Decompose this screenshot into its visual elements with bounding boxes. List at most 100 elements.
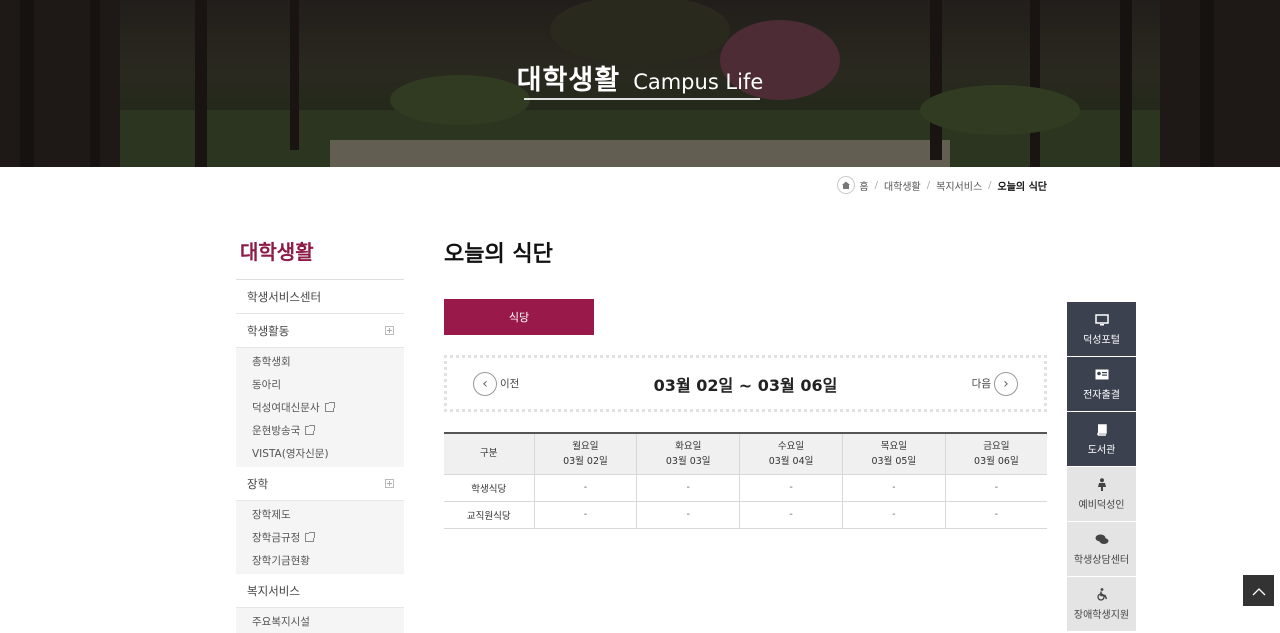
expand-plus-icon[interactable]	[385, 479, 394, 488]
table-row: 학생식당 - - - - -	[444, 474, 1047, 502]
book-icon	[1096, 423, 1108, 437]
table-cell: -	[739, 474, 843, 502]
external-link-icon	[324, 402, 335, 412]
side-nav-item-label: 복지서비스	[247, 583, 300, 598]
home-icon[interactable]	[837, 176, 856, 194]
table-cell: -	[841, 501, 946, 529]
monitor-icon	[1094, 313, 1109, 327]
quick-link-counseling-center[interactable]: 학생상담센터	[1067, 522, 1136, 577]
campus-life-banner: 대학생활 Campus Life	[0, 0, 1280, 167]
tab-cafeteria[interactable]: 식당	[444, 299, 594, 335]
column-header-day: 금요일 03월 06일	[944, 432, 1047, 475]
side-nav-subitem[interactable]: 총학생회	[236, 350, 404, 373]
day-date: 03월 03일	[665, 455, 711, 467]
chat-bubbles-icon	[1095, 533, 1109, 547]
side-nav-subitem-label: 운현방송국	[252, 425, 301, 437]
next-week-label: 다음	[971, 378, 991, 390]
breadcrumb-home[interactable]: 홈	[859, 178, 868, 193]
quick-link-disability-support[interactable]: 장애학생지원	[1067, 577, 1136, 632]
day-name: 월요일	[572, 440, 599, 452]
quick-link-label: 장애학생지원	[1073, 609, 1130, 621]
breadcrumb-item[interactable]: 대학생활	[884, 178, 921, 193]
side-nav-subitem-label: 장학금규정	[252, 532, 301, 544]
row-header: 교직원식당	[444, 501, 534, 529]
meal-table: 구분 월요일 03월 02일 화요일 03월 03일 수요일 03월 04일 목요일 0…	[444, 432, 1047, 529]
side-nav-subitem[interactable]: VISTA(영자신문)	[236, 442, 404, 465]
banner-underline	[524, 98, 760, 100]
day-date: 03월 04일	[768, 455, 814, 467]
breadcrumb-separator: /	[874, 179, 878, 191]
side-nav-subitem[interactable]: 장학금규정	[236, 526, 404, 549]
side-nav-submenu: 총학생회 동아리 덕성여대신문사 운현방송국 VISTA(영자신문)	[236, 348, 404, 467]
quick-link-portal[interactable]: 덕성포털	[1067, 302, 1136, 357]
column-header-day: 월요일 03월 02일	[533, 432, 637, 475]
side-nav-subitem-label: 주요복지시설	[252, 616, 310, 628]
quick-link-attendance[interactable]: 전자출결	[1067, 357, 1136, 412]
side-nav-subitem-label: 덕성여대신문사	[252, 402, 320, 414]
chevron-left-icon: ‹	[473, 371, 497, 396]
quick-link-label: 학생상담센터	[1073, 554, 1130, 566]
previous-week-label: 이전	[500, 378, 520, 390]
side-nav-subitem[interactable]: 주요복지시설	[236, 610, 404, 633]
side-nav-subitem-label: 총학생회	[252, 356, 291, 368]
side-nav-item-student-service-center[interactable]: 학생서비스센터	[236, 280, 404, 314]
side-nav-subitem-label: 동아리	[252, 379, 281, 391]
quick-link-library[interactable]: 도서관	[1067, 412, 1136, 467]
table-row: 교직원식당 - - - - -	[444, 501, 1047, 529]
day-date: 03월 05일	[871, 455, 917, 467]
side-nav-subitem-label: 장학기금현황	[252, 555, 310, 567]
column-header: 구분	[444, 432, 534, 475]
day-date: 03월 06일	[974, 455, 1019, 467]
side-nav-subitem[interactable]: 운현방송국	[236, 419, 404, 442]
wheelchair-icon	[1096, 588, 1108, 602]
quick-link-label: 도서관	[1087, 444, 1116, 456]
day-name: 수요일	[777, 440, 805, 452]
quick-menu: 덕성포털 전자출결 도서관 예비덕성인 학생상담센터 장애학생지원	[1067, 302, 1136, 632]
side-nav-subitem-label: 장학제도	[252, 509, 291, 521]
banner-title: 대학생활 Campus Life	[0, 58, 1280, 97]
side-nav-submenu: 장학제도 장학금규정 장학기금현황	[236, 501, 404, 574]
side-nav-item-label: 장학	[247, 476, 269, 491]
table-cell: -	[636, 474, 740, 502]
side-nav-subitem[interactable]: 덕성여대신문사	[236, 396, 404, 419]
next-week-button[interactable]: 다음 ›	[971, 371, 1018, 396]
scroll-to-top-button[interactable]	[1243, 575, 1274, 606]
table-cell: -	[636, 501, 740, 529]
quick-link-label: 전자출결	[1083, 389, 1120, 401]
row-header: 학생식당	[444, 474, 534, 502]
person-icon	[1097, 478, 1107, 492]
side-nav-subitem[interactable]: 동아리	[236, 373, 404, 396]
external-link-icon	[305, 532, 316, 542]
page-title: 오늘의 식단	[444, 242, 553, 267]
side-nav-item-scholarship[interactable]: 장학	[236, 467, 404, 501]
quick-link-prospective-students[interactable]: 예비덕성인	[1067, 467, 1136, 522]
expand-plus-icon[interactable]	[385, 326, 394, 335]
column-header-day: 수요일 03월 04일	[739, 432, 843, 475]
previous-week-button[interactable]: ‹ 이전	[473, 371, 520, 396]
side-nav-subitem[interactable]: 장학기금현황	[236, 549, 404, 572]
column-header-day: 목요일 03월 05일	[841, 432, 946, 475]
day-name: 화요일	[675, 440, 702, 452]
side-nav-subitem-label: VISTA(영자신문)	[252, 448, 329, 460]
breadcrumb: 홈 / 대학생활 / 복지서비스 / 오늘의 식단	[837, 176, 1047, 194]
side-navigation: 대학생활 학생서비스센터 학생활동 총학생회 동아리 덕성여대신문사 운현방송국…	[236, 230, 404, 633]
banner-title-english: Campus Life	[633, 70, 764, 94]
day-name: 금요일	[983, 440, 1010, 452]
day-date: 03월 02일	[563, 455, 608, 467]
breadcrumb-item[interactable]: 복지서비스	[936, 178, 982, 193]
breadcrumb-separator: /	[926, 179, 931, 191]
breadcrumb-separator: /	[988, 179, 992, 191]
quick-link-label: 덕성포털	[1083, 334, 1120, 346]
side-nav-submenu: 주요복지시설 보험	[236, 608, 404, 633]
side-nav-item-label: 학생서비스센터	[247, 289, 322, 304]
table-cell: -	[944, 501, 1047, 529]
week-navigator: ‹ 이전 03월 02일 ~ 03월 06일 다음 ›	[444, 355, 1047, 412]
chevron-right-icon: ›	[993, 371, 1018, 396]
side-nav-item-student-activities[interactable]: 학생활동	[236, 314, 404, 348]
chevron-up-icon	[1252, 581, 1266, 600]
quick-link-label: 예비덕성인	[1078, 499, 1125, 511]
side-nav-subitem[interactable]: 장학제도	[236, 503, 404, 526]
week-date-range: 03월 02일 ~ 03월 06일	[653, 375, 838, 395]
side-nav-item-welfare-services[interactable]: 복지서비스	[236, 574, 404, 608]
breadcrumb-current: 오늘의 식단	[997, 181, 1047, 193]
